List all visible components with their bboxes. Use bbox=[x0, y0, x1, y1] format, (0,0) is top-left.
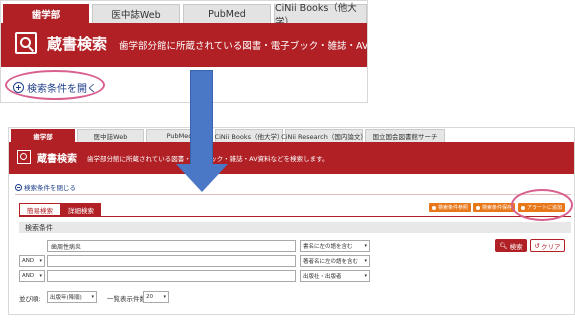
down-arrow-head bbox=[176, 164, 228, 192]
zoomed-header-panel: 歯学部 医中誌Web PubMed CiNii Books（他大学） 蔵書検索 … bbox=[0, 0, 368, 103]
highlight-circle bbox=[511, 189, 573, 221]
close-conditions-label: 検索条件を閉じる bbox=[24, 184, 76, 192]
down-arrow-icon bbox=[190, 70, 213, 166]
select-value: 出版年(降順) bbox=[50, 295, 82, 301]
keyword-input-3[interactable] bbox=[47, 270, 296, 282]
database-tabs: 歯学部 医中誌Web PubMed CiNii Books（他大学） CiNii… bbox=[9, 128, 574, 142]
tab-dental[interactable]: 歯学部 bbox=[3, 4, 89, 23]
tab-cinii-research[interactable]: CiNii Research（国内論文） bbox=[281, 129, 367, 142]
tab-ndl-search[interactable]: 国立国会図書館サーチ bbox=[365, 129, 445, 142]
select-value: AND bbox=[22, 273, 35, 279]
select-value: AND bbox=[22, 258, 35, 264]
select-value: 出版社・出版者 bbox=[303, 274, 342, 280]
field-select-1[interactable]: 書名に左の語を含む ▾ bbox=[300, 240, 370, 252]
highlight-circle bbox=[5, 70, 105, 100]
select-value: 著者名に左の語を含む bbox=[303, 259, 359, 265]
view-icon bbox=[432, 205, 436, 210]
chevron-down-icon: ▾ bbox=[163, 294, 166, 300]
select-value: 書名に左の語を含む bbox=[303, 244, 353, 250]
save-icon bbox=[476, 205, 480, 210]
tab-ichushi[interactable]: 医中誌Web bbox=[92, 4, 180, 23]
page-title: 蔵書検索 bbox=[47, 35, 108, 53]
page-description: 歯学部分館に所蔵されている図書・電子ブック・雑誌・AV資料などを検 bbox=[119, 41, 368, 52]
operator-select-3[interactable]: AND ▾ bbox=[19, 270, 45, 282]
button-label: 検索条件保存 bbox=[482, 205, 513, 211]
catalog-banner: 蔵書検索 歯学部分館に所蔵されている図書・電子ブック・雑誌・AV資料などを検索し… bbox=[9, 142, 574, 174]
tab-pubmed[interactable]: PubMed bbox=[183, 4, 271, 23]
button-label: クリア bbox=[540, 242, 561, 251]
close-conditions-link[interactable]: 検索条件を閉じる bbox=[15, 182, 76, 192]
catalog-search-icon bbox=[17, 150, 31, 164]
search-button[interactable]: 🔍︎ 検索 bbox=[495, 239, 527, 252]
field-select-3[interactable]: 出版社・出版者 ▾ bbox=[300, 270, 370, 282]
tab-cinii-books[interactable]: CiNii Books（他大学） bbox=[274, 3, 367, 28]
catalog-banner: 蔵書検索 歯学部分館に所蔵されている図書・電子ブック・雑誌・AV資料などを検 bbox=[1, 23, 368, 67]
count-select[interactable]: 20 ▾ bbox=[143, 291, 169, 303]
field-select-2[interactable]: 著者名に左の語を含む ▾ bbox=[300, 255, 370, 267]
chevron-down-icon: ▾ bbox=[39, 258, 42, 264]
button-label: 検索 bbox=[509, 242, 523, 251]
operator-select-2[interactable]: AND ▾ bbox=[19, 255, 45, 267]
search-icon: 🔍︎ bbox=[499, 241, 508, 250]
chevron-down-icon: ▾ bbox=[364, 258, 367, 264]
chevron-down-icon: ▾ bbox=[364, 273, 367, 279]
chevron-down-icon: ▾ bbox=[91, 294, 94, 300]
divider bbox=[19, 216, 571, 217]
tab-ichushi[interactable]: 医中誌Web bbox=[77, 129, 144, 142]
tab-cinii-books[interactable]: CiNii Books（他大学） bbox=[215, 129, 283, 142]
chevron-down-icon: ▾ bbox=[39, 273, 42, 279]
simple-search-tab[interactable]: 簡易検索 bbox=[19, 203, 61, 216]
catalog-search-icon bbox=[15, 32, 37, 54]
full-search-panel: 歯学部 医中誌Web PubMed CiNii Books（他大学） CiNii… bbox=[8, 127, 575, 315]
chevron-down-icon: ▾ bbox=[364, 243, 367, 249]
sort-select[interactable]: 出版年(降順) ▾ bbox=[47, 291, 97, 303]
clear-icon: ↺ bbox=[534, 241, 540, 250]
keyword-input-2[interactable] bbox=[47, 255, 296, 267]
database-tabs: 歯学部 医中誌Web PubMed CiNii Books（他大学） bbox=[1, 1, 367, 28]
view-saved-conditions-button[interactable]: 検索条件参照 bbox=[429, 203, 472, 212]
keyword-input-1[interactable]: 歯周性病炎 bbox=[47, 240, 296, 252]
conditions-header: 検索条件 bbox=[19, 222, 571, 233]
select-value: 20 bbox=[146, 294, 153, 300]
tab-dental[interactable]: 歯学部 bbox=[11, 129, 75, 142]
page-title: 蔵書検索 bbox=[37, 154, 77, 165]
divider bbox=[15, 194, 571, 195]
advanced-search-tab[interactable]: 詳細検索 bbox=[61, 203, 101, 216]
sort-label: 並び順: bbox=[19, 295, 41, 303]
save-conditions-button[interactable]: 検索条件保存 bbox=[473, 203, 516, 212]
button-label: 検索条件参照 bbox=[438, 205, 469, 211]
minus-circle-icon bbox=[15, 183, 22, 191]
clear-button[interactable]: ↺ クリア bbox=[530, 239, 565, 252]
